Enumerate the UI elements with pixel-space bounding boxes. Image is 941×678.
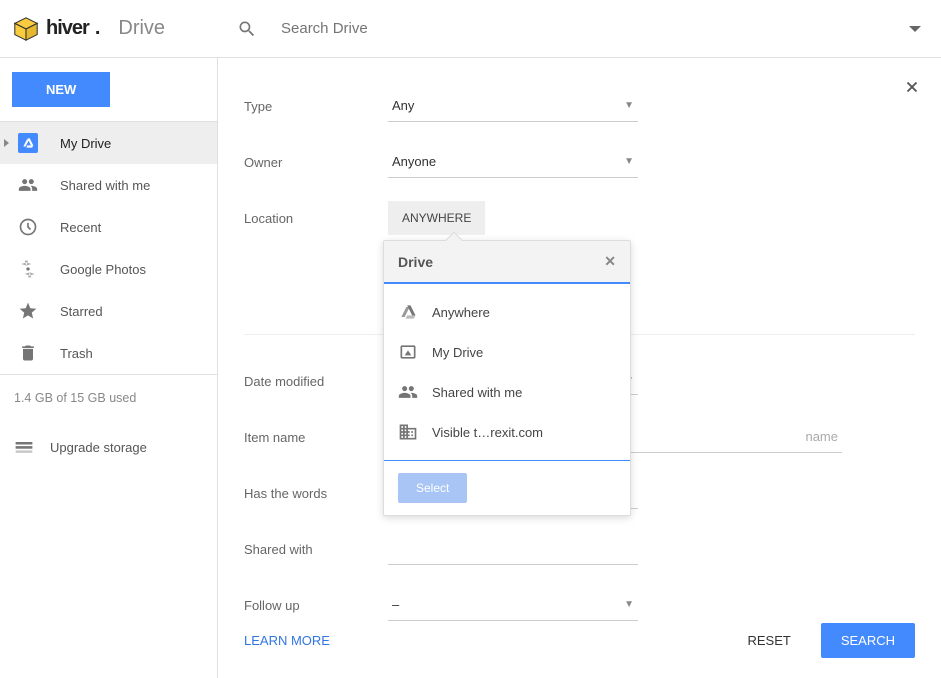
- popover-item-mydrive[interactable]: My Drive: [384, 332, 630, 372]
- type-value: Any: [392, 98, 414, 113]
- storage-icon: [14, 437, 34, 457]
- location-label: Location: [244, 211, 388, 226]
- sidebar: NEW My Drive Shared with me Recent Googl…: [0, 58, 217, 678]
- row-owner: Owner Anyone ▼: [244, 134, 915, 190]
- close-icon[interactable]: ✕: [604, 253, 616, 270]
- nav-label: My Drive: [60, 136, 111, 151]
- clock-icon: [18, 217, 38, 237]
- chevron-down-icon: ▼: [624, 156, 634, 167]
- app-title: Drive: [118, 17, 165, 40]
- popover-list: Anywhere My Drive Shared with me Visible…: [384, 284, 630, 460]
- search-icon: [237, 19, 257, 39]
- search-button[interactable]: SEARCH: [821, 623, 915, 658]
- shared-with-label: Shared with: [244, 542, 388, 557]
- sidebar-nav: My Drive Shared with me Recent Google Ph…: [0, 121, 217, 375]
- sidebar-item-shared[interactable]: Shared with me: [0, 164, 217, 206]
- nav-label: Starred: [60, 304, 103, 319]
- reset-button[interactable]: RESET: [747, 633, 790, 648]
- type-label: Type: [244, 99, 388, 114]
- upgrade-label: Upgrade storage: [50, 440, 147, 455]
- popover-item-label: Visible t…rexit.com: [432, 425, 543, 440]
- nav-label: Google Photos: [60, 262, 146, 277]
- nav-label: Trash: [60, 346, 93, 361]
- people-icon: [18, 175, 38, 195]
- chevron-down-icon: ▼: [624, 100, 634, 111]
- learn-more-link[interactable]: LEARN MORE: [244, 633, 330, 648]
- trash-icon: [18, 343, 38, 363]
- header: hiver. Drive: [0, 0, 941, 58]
- new-button[interactable]: NEW: [12, 72, 110, 107]
- close-icon[interactable]: [903, 78, 921, 101]
- sidebar-item-trash[interactable]: Trash: [0, 332, 217, 374]
- popover-item-label: Shared with me: [432, 385, 522, 400]
- photos-icon: [18, 259, 38, 279]
- search-input[interactable]: [281, 20, 909, 37]
- date-modified-label: Date modified: [244, 374, 388, 389]
- domain-icon: [398, 422, 418, 442]
- row-location: Location ANYWHERE: [244, 190, 915, 246]
- has-words-label: Has the words: [244, 486, 388, 501]
- sidebar-item-my-drive[interactable]: My Drive: [0, 122, 217, 164]
- search-bar[interactable]: [217, 0, 941, 57]
- owner-label: Owner: [244, 155, 388, 170]
- owner-dropdown[interactable]: Anyone ▼: [388, 146, 638, 178]
- sidebar-item-photos[interactable]: Google Photos: [0, 248, 217, 290]
- hiver-logo[interactable]: hiver.: [12, 15, 100, 43]
- shared-with-input[interactable]: [388, 533, 638, 565]
- popover-item-shared[interactable]: Shared with me: [384, 372, 630, 412]
- sidebar-item-recent[interactable]: Recent: [0, 206, 217, 248]
- logo-section: hiver. Drive: [0, 15, 217, 43]
- upgrade-storage[interactable]: Upgrade storage: [0, 421, 217, 473]
- popover-footer: Select: [384, 460, 630, 515]
- owner-value: Anyone: [392, 154, 436, 169]
- brand-text: hiver: [46, 17, 89, 40]
- nav-label: Shared with me: [60, 178, 150, 193]
- drive-icon: [18, 133, 38, 153]
- dropdown-icon[interactable]: [909, 23, 921, 35]
- footer-bar: LEARN MORE RESET SEARCH: [218, 603, 941, 678]
- drive-triangle-icon: [398, 302, 418, 322]
- item-name-label: Item name: [244, 430, 388, 445]
- popover-item-label: Anywhere: [432, 305, 490, 320]
- popover-title: Drive: [398, 254, 433, 270]
- hiver-icon: [12, 15, 40, 43]
- popover-item-anywhere[interactable]: Anywhere: [384, 292, 630, 332]
- location-chip[interactable]: ANYWHERE: [388, 201, 485, 235]
- location-popover: Drive ✕ Anywhere My Drive Shared with me: [383, 240, 631, 516]
- type-dropdown[interactable]: Any ▼: [388, 90, 638, 122]
- popover-item-label: My Drive: [432, 345, 483, 360]
- sidebar-item-starred[interactable]: Starred: [0, 290, 217, 332]
- nav-label: Recent: [60, 220, 101, 235]
- select-button[interactable]: Select: [398, 473, 467, 503]
- star-icon: [18, 301, 38, 321]
- mydrive-icon: [398, 342, 418, 362]
- row-shared-with: Shared with: [244, 521, 915, 577]
- popover-item-domain[interactable]: Visible t…rexit.com: [384, 412, 630, 452]
- storage-info: 1.4 GB of 15 GB used: [0, 375, 217, 421]
- popover-header: Drive ✕: [384, 241, 630, 284]
- row-type: Type Any ▼: [244, 78, 915, 134]
- people-icon: [398, 382, 418, 402]
